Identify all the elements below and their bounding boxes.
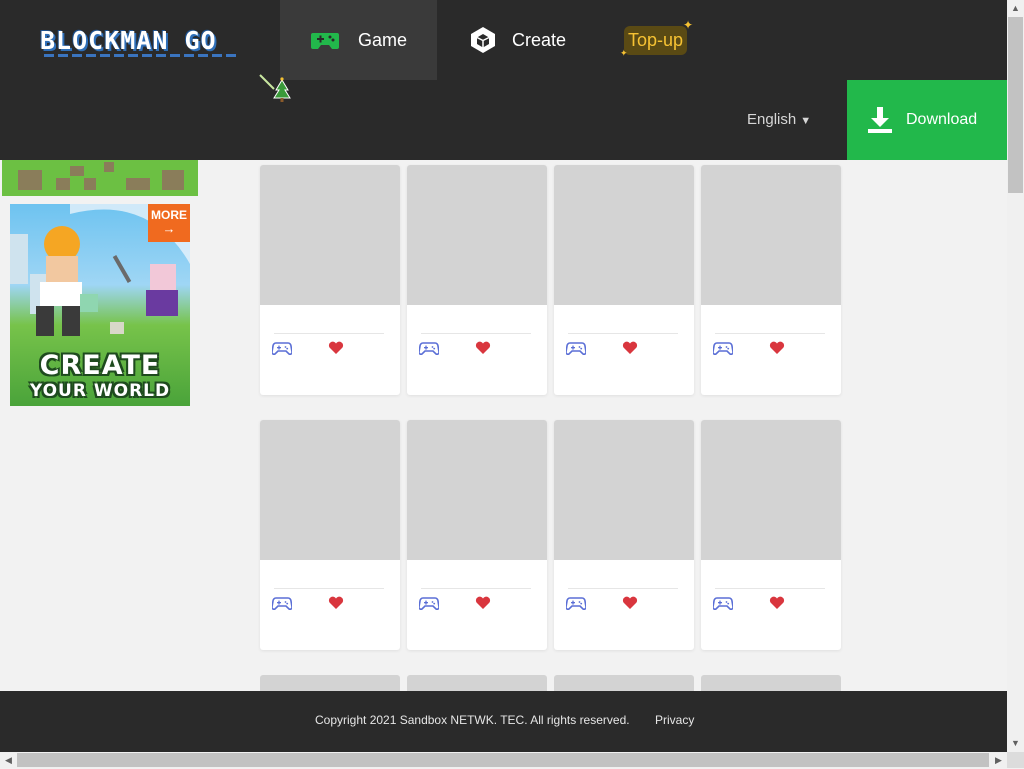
download-label: Download	[906, 111, 978, 128]
game-card[interactable]	[260, 165, 400, 395]
card-divider	[568, 333, 678, 334]
sparkle-icon: ✦	[620, 47, 628, 58]
nav-game[interactable]: Game	[280, 0, 437, 80]
promo-more-badge[interactable]: MORE →	[148, 204, 190, 242]
scrollbar-corner	[1007, 752, 1024, 768]
scroll-up-icon[interactable]: ▲	[1007, 0, 1024, 17]
heart-icon[interactable]	[622, 341, 638, 355]
promo-block	[18, 170, 42, 190]
download-button[interactable]: Download	[847, 80, 1007, 160]
game-card[interactable]	[554, 165, 694, 395]
controller-icon	[272, 342, 292, 355]
card-divider	[421, 588, 531, 589]
card-divider	[421, 333, 531, 334]
vertical-scroll-thumb[interactable]	[1008, 17, 1023, 193]
promo-more-label: MORE	[151, 208, 187, 222]
game-card-row-partial	[260, 675, 841, 691]
heart-icon[interactable]	[769, 341, 785, 355]
cube-icon	[471, 27, 495, 53]
horizontal-scrollbar[interactable]: ◀ ▶	[0, 752, 1007, 768]
game-card-placeholder[interactable]	[554, 675, 694, 691]
card-divider	[274, 588, 384, 589]
promo-grass-strip	[2, 160, 198, 196]
nav-create[interactable]: Create	[452, 0, 582, 80]
game-card-placeholder[interactable]	[407, 675, 547, 691]
promo-block	[162, 170, 184, 190]
download-icon	[868, 107, 892, 133]
promo-title-line1: CREATE	[39, 350, 161, 381]
horizontal-scroll-thumb[interactable]	[17, 753, 989, 767]
card-divider	[274, 333, 384, 334]
copyright-text: Copyright 2021 Sandbox NETWK. TEC. All r…	[315, 713, 630, 727]
game-card[interactable]	[701, 165, 841, 395]
game-card[interactable]	[407, 165, 547, 395]
game-card-thumbnail[interactable]	[554, 165, 694, 305]
site-footer: Copyright 2021 Sandbox NETWK. TEC. All r…	[0, 691, 1007, 752]
language-label: English	[747, 111, 797, 128]
caret-down-icon: ▼	[800, 115, 812, 127]
page: BLOCKMAN GO Game Create Top-up ✦ ✦ Engli…	[0, 0, 1007, 752]
scroll-down-icon[interactable]: ▼	[1007, 735, 1024, 752]
controller-icon	[419, 342, 439, 355]
promo-block	[70, 166, 84, 176]
vertical-scrollbar[interactable]: ▲ ▼	[1007, 0, 1024, 752]
topup-pill: Top-up ✦ ✦	[620, 18, 693, 58]
game-card-placeholder[interactable]	[260, 675, 400, 691]
scroll-right-icon[interactable]: ▶	[990, 752, 1007, 769]
blockman-go-logo[interactable]: BLOCKMAN GO	[40, 22, 240, 62]
game-card-placeholder[interactable]	[701, 675, 841, 691]
nav-topup[interactable]: Top-up ✦ ✦	[616, 0, 716, 80]
controller-icon	[713, 342, 733, 355]
card-divider	[715, 588, 825, 589]
nav-topup-label: Top-up	[628, 29, 684, 50]
gamepad-icon	[311, 33, 339, 49]
arrow-right-icon: →	[162, 221, 176, 236]
controller-icon	[713, 597, 733, 610]
game-card[interactable]	[260, 420, 400, 650]
nav-game-label: Game	[358, 29, 408, 50]
game-card[interactable]	[701, 420, 841, 650]
nav-create-label: Create	[512, 29, 567, 50]
card-divider	[715, 333, 825, 334]
christmas-wand-icon	[259, 74, 291, 102]
heart-icon[interactable]	[328, 341, 344, 355]
game-card-thumbnail[interactable]	[701, 420, 841, 560]
logo-underline	[44, 54, 236, 57]
create-your-world-banner[interactable]: MORE → CREATE YOUR WORLD	[10, 204, 190, 406]
game-card-thumbnail[interactable]	[407, 165, 547, 305]
promo-block	[84, 178, 96, 190]
game-card-thumbnail[interactable]	[260, 165, 400, 305]
heart-icon[interactable]	[622, 596, 638, 610]
game-card[interactable]	[554, 420, 694, 650]
heart-icon[interactable]	[475, 596, 491, 610]
scroll-left-icon[interactable]: ◀	[0, 752, 17, 769]
heart-icon[interactable]	[475, 341, 491, 355]
heart-icon[interactable]	[328, 596, 344, 610]
controller-icon	[419, 597, 439, 610]
logo-text: BLOCKMAN GO	[40, 26, 217, 55]
promo-block	[126, 178, 150, 190]
game-card-thumbnail[interactable]	[701, 165, 841, 305]
promo-block	[56, 178, 70, 190]
language-selector[interactable]: English ▼	[747, 111, 811, 128]
game-card-thumbnail[interactable]	[260, 420, 400, 560]
sparkle-icon: ✦	[682, 17, 694, 32]
game-card-thumbnail[interactable]	[407, 420, 547, 560]
promo-block	[104, 162, 114, 172]
heart-icon[interactable]	[769, 596, 785, 610]
game-card[interactable]	[407, 420, 547, 650]
promo-title-line2: YOUR WORLD	[29, 381, 171, 401]
card-divider	[568, 588, 678, 589]
controller-icon	[272, 597, 292, 610]
privacy-link[interactable]: Privacy	[655, 713, 694, 727]
controller-icon	[566, 342, 586, 355]
site-header: BLOCKMAN GO Game Create Top-up ✦ ✦ Engli…	[0, 0, 1007, 160]
controller-icon	[566, 597, 586, 610]
game-card-thumbnail[interactable]	[554, 420, 694, 560]
promo-banner: MORE → CREATE YOUR WORLD	[0, 160, 198, 406]
